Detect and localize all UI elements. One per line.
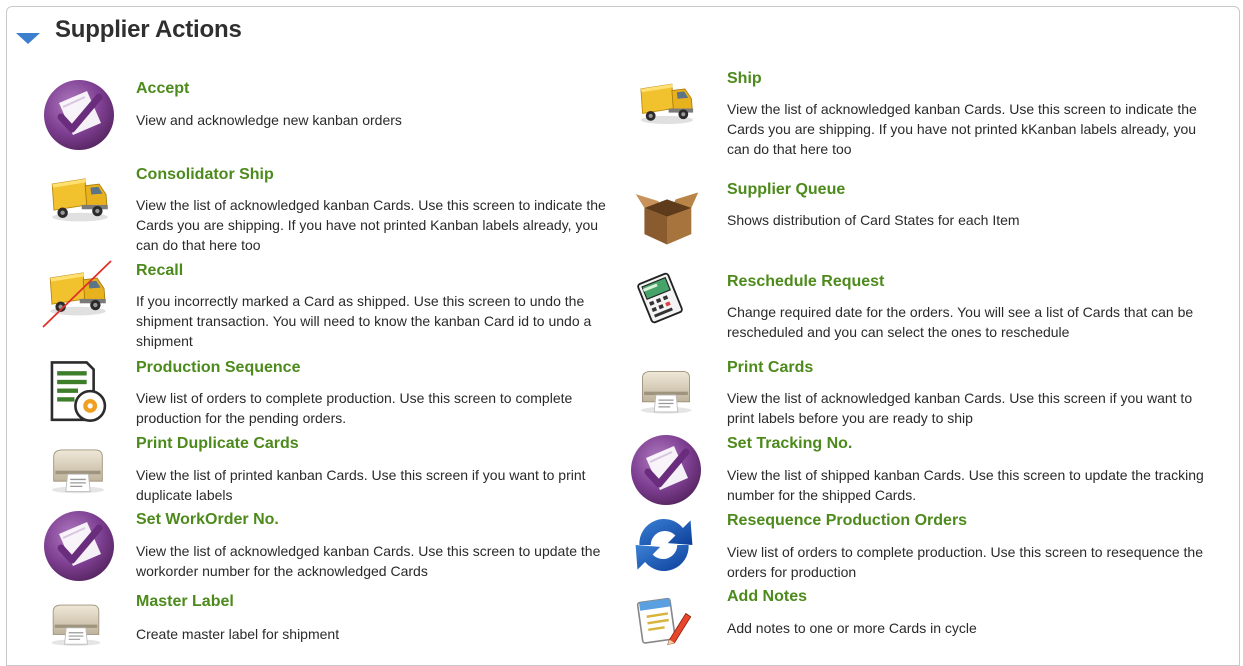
action-add-notes-link[interactable]: Add Notes <box>727 588 807 606</box>
action-recall-description: If you incorrectly marked a Card as ship… <box>136 293 592 349</box>
box-icon[interactable] <box>634 182 700 248</box>
document-gear-icon[interactable] <box>45 359 111 425</box>
action-ship-link[interactable]: Ship <box>727 70 762 88</box>
truck-icon[interactable] <box>47 165 113 231</box>
printer-icon[interactable] <box>45 436 111 502</box>
action-reschedule-request-description: Change required date for the orders. You… <box>727 304 1194 340</box>
action-accept-link[interactable]: Accept <box>136 80 189 98</box>
action-ship: Ship View the list of acknowledged kanba… <box>632 67 1222 162</box>
action-master-label-link[interactable]: Master Label <box>136 593 234 611</box>
calendar-device-icon[interactable] <box>632 270 688 326</box>
action-add-notes: Add Notes Add notes to one or more Cards… <box>632 585 1222 655</box>
action-consolidator-ship-description: View the list of acknowledged kanban Car… <box>136 197 606 253</box>
action-print-duplicate-cards: Print Duplicate Cards View the list of p… <box>41 432 621 507</box>
checkmark-badge-icon[interactable] <box>41 508 117 584</box>
action-print-duplicate-cards-link[interactable]: Print Duplicate Cards <box>136 435 299 453</box>
printer-icon[interactable] <box>634 358 698 422</box>
refresh-arrows-icon[interactable] <box>628 509 700 581</box>
action-print-cards-link[interactable]: Print Cards <box>727 359 813 377</box>
action-resequence-production-orders-description: View list of orders to complete producti… <box>727 544 1203 580</box>
action-supplier-queue: Supplier Queue Shows distribution of Car… <box>632 178 1222 253</box>
action-set-tracking-no-link[interactable]: Set Tracking No. <box>727 435 852 453</box>
action-resequence-production-orders-link[interactable]: Resequence Production Orders <box>727 512 967 530</box>
action-recall-link[interactable]: Recall <box>136 262 183 280</box>
checkmark-badge-icon[interactable] <box>41 77 117 153</box>
action-consolidator-ship-link[interactable]: Consolidator Ship <box>136 166 274 184</box>
action-recall: Recall If you incorrectly marked a Card … <box>41 259 621 354</box>
action-accept-description: View and acknowledge new kanban orders <box>136 112 402 128</box>
action-add-notes-description: Add notes to one or more Cards in cycle <box>727 620 977 636</box>
truck-crossed-icon[interactable] <box>41 259 113 331</box>
action-print-cards: Print Cards View the list of acknowledge… <box>632 356 1222 431</box>
action-supplier-queue-link[interactable]: Supplier Queue <box>727 181 845 199</box>
action-production-sequence-description: View list of orders to complete producti… <box>136 390 573 426</box>
page-title: Supplier Actions <box>55 16 242 43</box>
action-production-sequence: Production Sequence View list of orders … <box>41 356 621 431</box>
action-ship-description: View the list of acknowledged kanban Car… <box>727 101 1197 157</box>
action-master-label: Master Label Create master label for shi… <box>41 590 621 655</box>
collapse-arrow-icon[interactable] <box>13 30 43 46</box>
truck-icon[interactable] <box>636 71 698 133</box>
checkmark-badge-icon[interactable] <box>628 432 704 508</box>
notes-pencil-icon[interactable] <box>632 589 694 651</box>
action-print-cards-description: View the list of acknowledged kanban Car… <box>727 390 1193 426</box>
action-master-label-description: Create master label for shipment <box>136 626 340 642</box>
action-production-sequence-link[interactable]: Production Sequence <box>136 359 300 377</box>
action-reschedule-request-link[interactable]: Reschedule Request <box>727 273 884 291</box>
action-resequence-production-orders: Resequence Production Orders View list o… <box>632 509 1222 589</box>
action-accept: Accept View and acknowledge new kanban o… <box>41 77 621 157</box>
action-supplier-queue-description: Shows distribution of Card States for ea… <box>727 212 1020 228</box>
action-set-tracking-no-description: View the list of shipped kanban Cards. U… <box>727 467 1204 503</box>
printer-icon[interactable] <box>45 592 107 654</box>
action-set-workorder-no: Set WorkOrder No. View the list of ackno… <box>41 508 621 588</box>
action-reschedule-request: Reschedule Request Change required date … <box>632 270 1222 350</box>
action-set-tracking-no: Set Tracking No. View the list of shippe… <box>630 432 1220 512</box>
action-set-workorder-no-description: View the list of acknowledged kanban Car… <box>136 543 601 579</box>
action-print-duplicate-cards-description: View the list of printed kanban Cards. U… <box>136 467 586 503</box>
action-consolidator-ship: Consolidator Ship View the list of ackno… <box>41 163 621 258</box>
action-set-workorder-no-link[interactable]: Set WorkOrder No. <box>136 511 279 529</box>
